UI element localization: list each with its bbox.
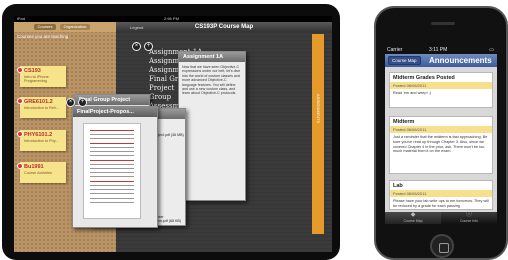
- course-name: Introduction to Reli...: [24, 106, 59, 110]
- segment-organization[interactable]: Organization: [60, 24, 90, 30]
- course-note[interactable]: GRE6101.2 Introduction to Reli...: [17, 97, 66, 118]
- iphone-time: 3:11 PM: [429, 47, 448, 53]
- course-note[interactable]: PHY6101.2 Introduction to Phy...: [17, 130, 66, 151]
- segment-control: Courses Organization: [14, 22, 116, 32]
- ipad-time: 2:56 PM: [164, 16, 179, 21]
- card-description: Now that we have seen Objective-C expres…: [182, 65, 241, 96]
- document-preview-card[interactable]: FinalProject-Propos...: [72, 106, 158, 228]
- close-icon[interactable]: ×: [132, 42, 141, 51]
- document-title: FinalProject-Propos...: [73, 107, 157, 117]
- iphone-device: Carrier 3:11 PM ▭ Course Map Announcemen…: [374, 6, 508, 260]
- navigation-bar: Course Map Announcements: [385, 54, 497, 67]
- announcement-body: Please have your lab write ups to me tom…: [393, 199, 489, 208]
- home-button[interactable]: [430, 234, 454, 258]
- iphone-screen: Carrier 3:11 PM ▭ Course Map Announcemen…: [385, 46, 497, 224]
- courses-heading: Courses you are teaching: [17, 34, 69, 39]
- announcement-body: Just a reminder that the midterm is fast…: [393, 135, 488, 154]
- pushpin-icon: [17, 163, 23, 169]
- course-code: PHY6101.2: [24, 132, 53, 138]
- course-code: Bu1991: [24, 164, 44, 170]
- legend-button[interactable]: Legend: [130, 25, 143, 30]
- card-title: Assignment 1A: [179, 52, 245, 62]
- segment-courses[interactable]: Courses: [34, 24, 56, 30]
- ipad-screen: iPad 2:56 PM Courses Organization Course…: [14, 16, 332, 252]
- course-note[interactable]: Bu1991 Course Activities: [17, 162, 66, 183]
- expand-icon[interactable]: +: [78, 98, 87, 107]
- tab-course-info[interactable]: ⓘ Course Info: [441, 212, 497, 224]
- iphone-status-bar: Carrier 3:11 PM ▭: [385, 46, 497, 54]
- assignments-rail[interactable]: ASSIGNMENTS: [312, 34, 324, 234]
- ipad-device: iPad 2:56 PM Courses Organization Course…: [2, 4, 340, 260]
- close-icon[interactable]: ×: [66, 98, 75, 107]
- announcement-body: Read 'em and weep! ;): [393, 91, 432, 95]
- pushpin-icon: [17, 98, 23, 104]
- map-icon: ◆: [410, 212, 416, 218]
- announcement-date: Posted 06/06/2011: [390, 82, 492, 89]
- course-note[interactable]: CS193 Intro to iPhone Programming: [17, 66, 66, 87]
- battery-icon: ▭: [489, 47, 494, 53]
- announcement-item[interactable]: Lab Posted 06/06/2011 Please have your l…: [389, 180, 493, 210]
- tab-label: Course Map: [403, 219, 423, 223]
- speaker-grille: [431, 22, 455, 25]
- course-name: Course Activities: [24, 171, 53, 175]
- pushpin-icon: [17, 131, 23, 137]
- tab-course-map[interactable]: ◆ Course Map: [385, 212, 441, 224]
- expand-icon[interactable]: +: [144, 42, 153, 51]
- iphone-carrier: Carrier: [387, 47, 403, 53]
- course-name: Introduction to Phy...: [24, 139, 59, 143]
- nav-title: Announcements: [429, 56, 492, 65]
- course-map-title: CS193P Course Map: [116, 22, 332, 32]
- assignments-rail-label: ASSIGNMENTS: [316, 94, 321, 124]
- pushpin-icon: [17, 67, 23, 73]
- course-name: Intro to iPhone Programming: [24, 75, 49, 83]
- announcement-item[interactable]: Midterm Posted 06/06/2011 Just a reminde…: [389, 116, 493, 174]
- tab-bar: ◆ Course Map ⓘ Course Info: [385, 212, 497, 224]
- ipad-carrier: iPad: [17, 16, 26, 21]
- announcement-title: Lab: [390, 181, 492, 190]
- pdf-page-thumbnail[interactable]: [83, 123, 141, 219]
- announcement-item[interactable]: Midterm Grades Posted Posted 06/06/2011 …: [389, 72, 493, 108]
- course-code: CS193: [24, 68, 41, 74]
- info-icon: ⓘ: [465, 212, 472, 218]
- tab-label: Course Info: [459, 219, 479, 223]
- announcement-title: Midterm Grades Posted: [390, 73, 492, 82]
- back-button[interactable]: Course Map: [388, 56, 421, 65]
- course-code: GRE6101.2: [24, 99, 53, 105]
- announcement-date: Posted 06/06/2011: [390, 126, 492, 133]
- assignment-card[interactable]: Assignment 1A Now that we have seen Obje…: [178, 51, 246, 201]
- announcement-date: Posted 06/06/2011: [390, 190, 492, 197]
- announcement-title: Midterm: [390, 117, 492, 126]
